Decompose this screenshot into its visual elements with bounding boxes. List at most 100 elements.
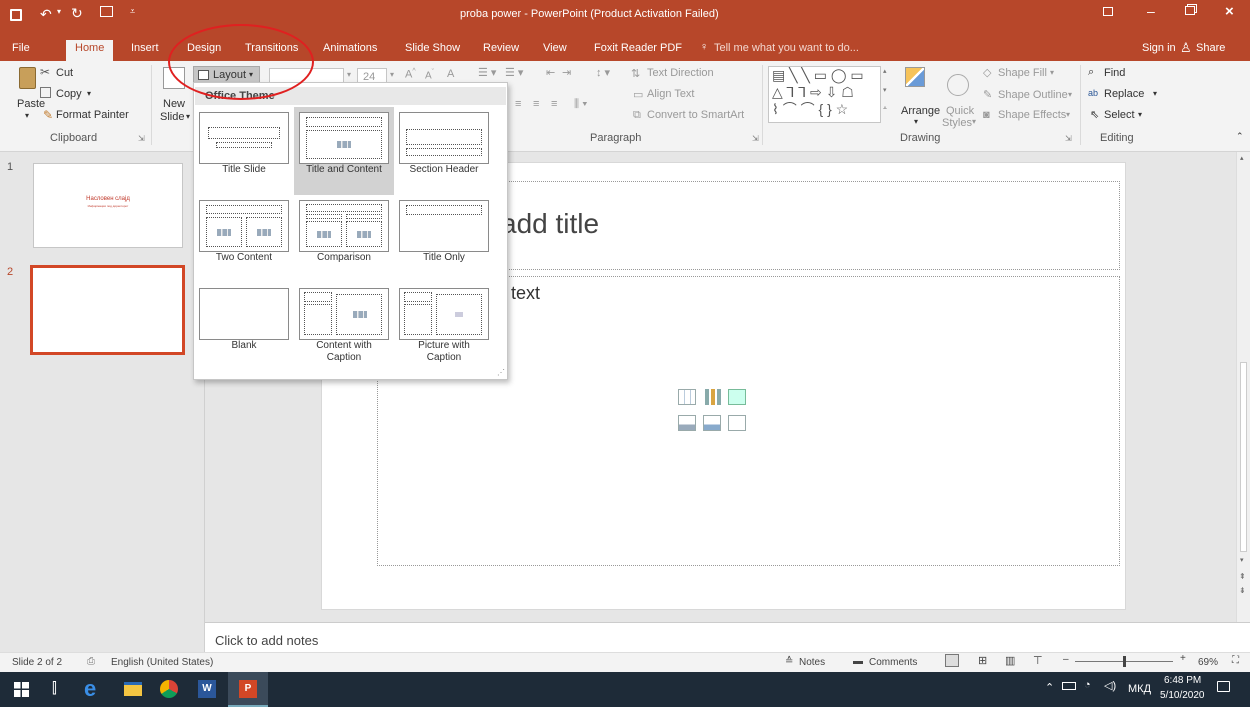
tab-file[interactable]: File (12, 42, 30, 54)
clock-time[interactable]: 6:48 PM (1164, 675, 1201, 686)
tab-foxit-reader-pdf[interactable]: Foxit Reader PDF (594, 42, 682, 54)
format-painter-icon[interactable]: ✎ (43, 108, 53, 122)
insert-table-icon[interactable] (678, 389, 696, 405)
decrease-font-icon[interactable]: Aˇ (425, 69, 434, 81)
notes-pane[interactable]: Click to add notes (205, 622, 1250, 652)
tell-me-box[interactable]: Tell me what you want to do... (714, 42, 859, 54)
quick-styles-icon[interactable] (947, 74, 969, 96)
normal-view-icon[interactable] (945, 654, 959, 667)
task-view-icon[interactable]: ⫿ (52, 680, 57, 697)
volume-icon[interactable]: ◁) (1104, 679, 1116, 692)
tab-review[interactable]: Review (483, 42, 519, 54)
quick-styles-button[interactable]: Quick (946, 105, 974, 117)
insert-picture-icon[interactable] (678, 415, 696, 431)
undo-dropdown-icon[interactable]: ▾ (57, 7, 61, 16)
fit-to-window-icon[interactable]: ⛶ (1232, 655, 1239, 666)
arrange-icon[interactable] (905, 67, 925, 87)
zoom-slider[interactable] (1075, 656, 1173, 667)
spell-check-icon[interactable]: ⎙ (87, 656, 95, 667)
scroll-up-icon[interactable]: ▴ (1240, 154, 1244, 162)
select-button[interactable]: Select (1104, 109, 1135, 121)
paste-dropdown-icon[interactable]: ▾ (25, 111, 29, 120)
insert-smartart-icon[interactable] (728, 389, 746, 405)
zoom-out-icon[interactable]: – (1063, 654, 1069, 665)
new-slide-button[interactable]: New (163, 98, 185, 110)
notes-toggle-button[interactable]: Notes (799, 657, 825, 668)
slide-sorter-icon[interactable]: ⊞ (978, 654, 987, 667)
layout-content-with-caption[interactable]: Content with Caption (294, 283, 394, 371)
slideshow-view-icon[interactable]: ⊤ (1033, 654, 1043, 667)
shape-outline-dropdown-icon[interactable]: ▾ (1068, 90, 1072, 99)
language-indicator[interactable]: English (United States) (111, 657, 213, 668)
decrease-indent-icon[interactable]: ⇤ (546, 66, 555, 79)
comments-icon[interactable]: ▬ (853, 656, 863, 667)
ribbon-display-options-icon[interactable] (1103, 7, 1113, 16)
tab-animations[interactable]: Animations (323, 42, 377, 54)
convert-smartart-button[interactable]: Convert to SmartArt (647, 109, 744, 121)
slide-thumbnail-2[interactable] (30, 265, 185, 355)
save-icon[interactable] (10, 9, 22, 21)
network-icon[interactable]: ◔ (1084, 679, 1091, 691)
find-icon[interactable]: ⌕ (1088, 66, 1094, 79)
reading-view-icon[interactable]: ▥ (1005, 654, 1015, 667)
battery-icon[interactable] (1062, 682, 1076, 690)
layout-blank[interactable]: Blank (194, 283, 294, 371)
shapes-scroll-down-icon[interactable]: ▾ (883, 86, 887, 94)
cut-button[interactable]: Cut (56, 67, 73, 79)
format-painter-button[interactable]: Format Painter (56, 109, 129, 121)
word-icon[interactable]: W (198, 680, 216, 698)
layout-section-header[interactable]: Section Header (394, 107, 494, 195)
text-direction-button[interactable]: Text Direction (647, 67, 714, 79)
chrome-icon[interactable] (160, 680, 178, 698)
replace-dropdown-icon[interactable]: ▾ (1153, 89, 1157, 98)
edge-icon[interactable]: e (84, 676, 96, 702)
new-slide-button-label-2[interactable]: Slide (160, 111, 184, 123)
font-size-dropdown-icon[interactable]: ▾ (390, 70, 394, 79)
windows-start-icon[interactable] (14, 682, 29, 697)
copy-dropdown-icon[interactable]: ▾ (87, 89, 91, 98)
slide-thumbnail-1[interactable]: Насловен слајд Информации под директорот (33, 163, 183, 248)
dialog-launcher-icon[interactable]: ⇲ (1065, 134, 1072, 143)
paste-button[interactable]: Paste (17, 98, 45, 110)
align-center-icon[interactable]: ≡ (515, 98, 521, 110)
select-icon[interactable]: ⇖ (1090, 108, 1099, 121)
scroll-down-icon[interactable]: ▾ (1240, 556, 1244, 564)
show-hidden-icons-icon[interactable]: ⌃ (1045, 681, 1054, 694)
layout-title-only[interactable]: Title Only (394, 195, 494, 283)
clock-date[interactable]: 5/10/2020 (1160, 690, 1205, 701)
numbering-icon[interactable]: ☰ ▾ (505, 66, 523, 79)
text-direction-icon[interactable]: ⇅ (631, 67, 640, 80)
shape-effects-icon[interactable]: ◙ (983, 109, 990, 121)
layout-picture-with-caption[interactable]: Picture with Caption (394, 283, 494, 371)
layout-title-slide[interactable]: Title Slide (194, 107, 294, 195)
cut-icon[interactable]: ✂ (40, 65, 50, 79)
shape-outline-icon[interactable]: ✎ (983, 88, 992, 101)
quick-styles-dropdown-icon[interactable]: ▾ (972, 117, 976, 126)
increase-font-icon[interactable]: A^ (405, 68, 416, 81)
smartart-icon[interactable]: ⧉ (633, 109, 641, 122)
layout-comparison[interactable]: Comparison (294, 195, 394, 283)
bullets-icon[interactable]: ☰ ▾ (478, 66, 496, 79)
align-text-icon[interactable]: ▭ (633, 88, 643, 101)
tab-view[interactable]: View (543, 42, 567, 54)
input-language[interactable]: МКД (1128, 683, 1151, 695)
shape-outline-button[interactable]: Shape Outline (998, 89, 1068, 101)
tab-insert[interactable]: Insert (131, 42, 159, 54)
columns-icon[interactable]: ⫼ ▾ (574, 98, 587, 111)
font-name-dropdown-icon[interactable]: ▾ (347, 70, 351, 79)
new-slide-dropdown-icon[interactable]: ▾ (186, 112, 190, 121)
next-slide-icon[interactable]: ⇟ (1239, 586, 1246, 595)
quick-styles-button-label-2[interactable]: Styles (942, 117, 972, 129)
tab-slide-show[interactable]: Slide Show (405, 42, 460, 54)
layout-two-content[interactable]: Two Content (194, 195, 294, 283)
find-button[interactable]: Find (1104, 67, 1125, 79)
share-button[interactable]: Share (1196, 42, 1225, 54)
resize-grip-icon[interactable]: ⋰ (497, 368, 505, 377)
align-text-button[interactable]: Align Text (647, 88, 695, 100)
align-right-icon[interactable]: ≡ (533, 98, 539, 110)
notes-toggle-icon[interactable]: ≙ (785, 656, 793, 667)
minimize-icon[interactable]: – (1147, 3, 1155, 19)
dialog-launcher-icon[interactable]: ⇲ (752, 134, 759, 143)
shape-fill-button[interactable]: Shape Fill (998, 67, 1047, 79)
clear-formatting-icon[interactable]: A (447, 68, 454, 80)
